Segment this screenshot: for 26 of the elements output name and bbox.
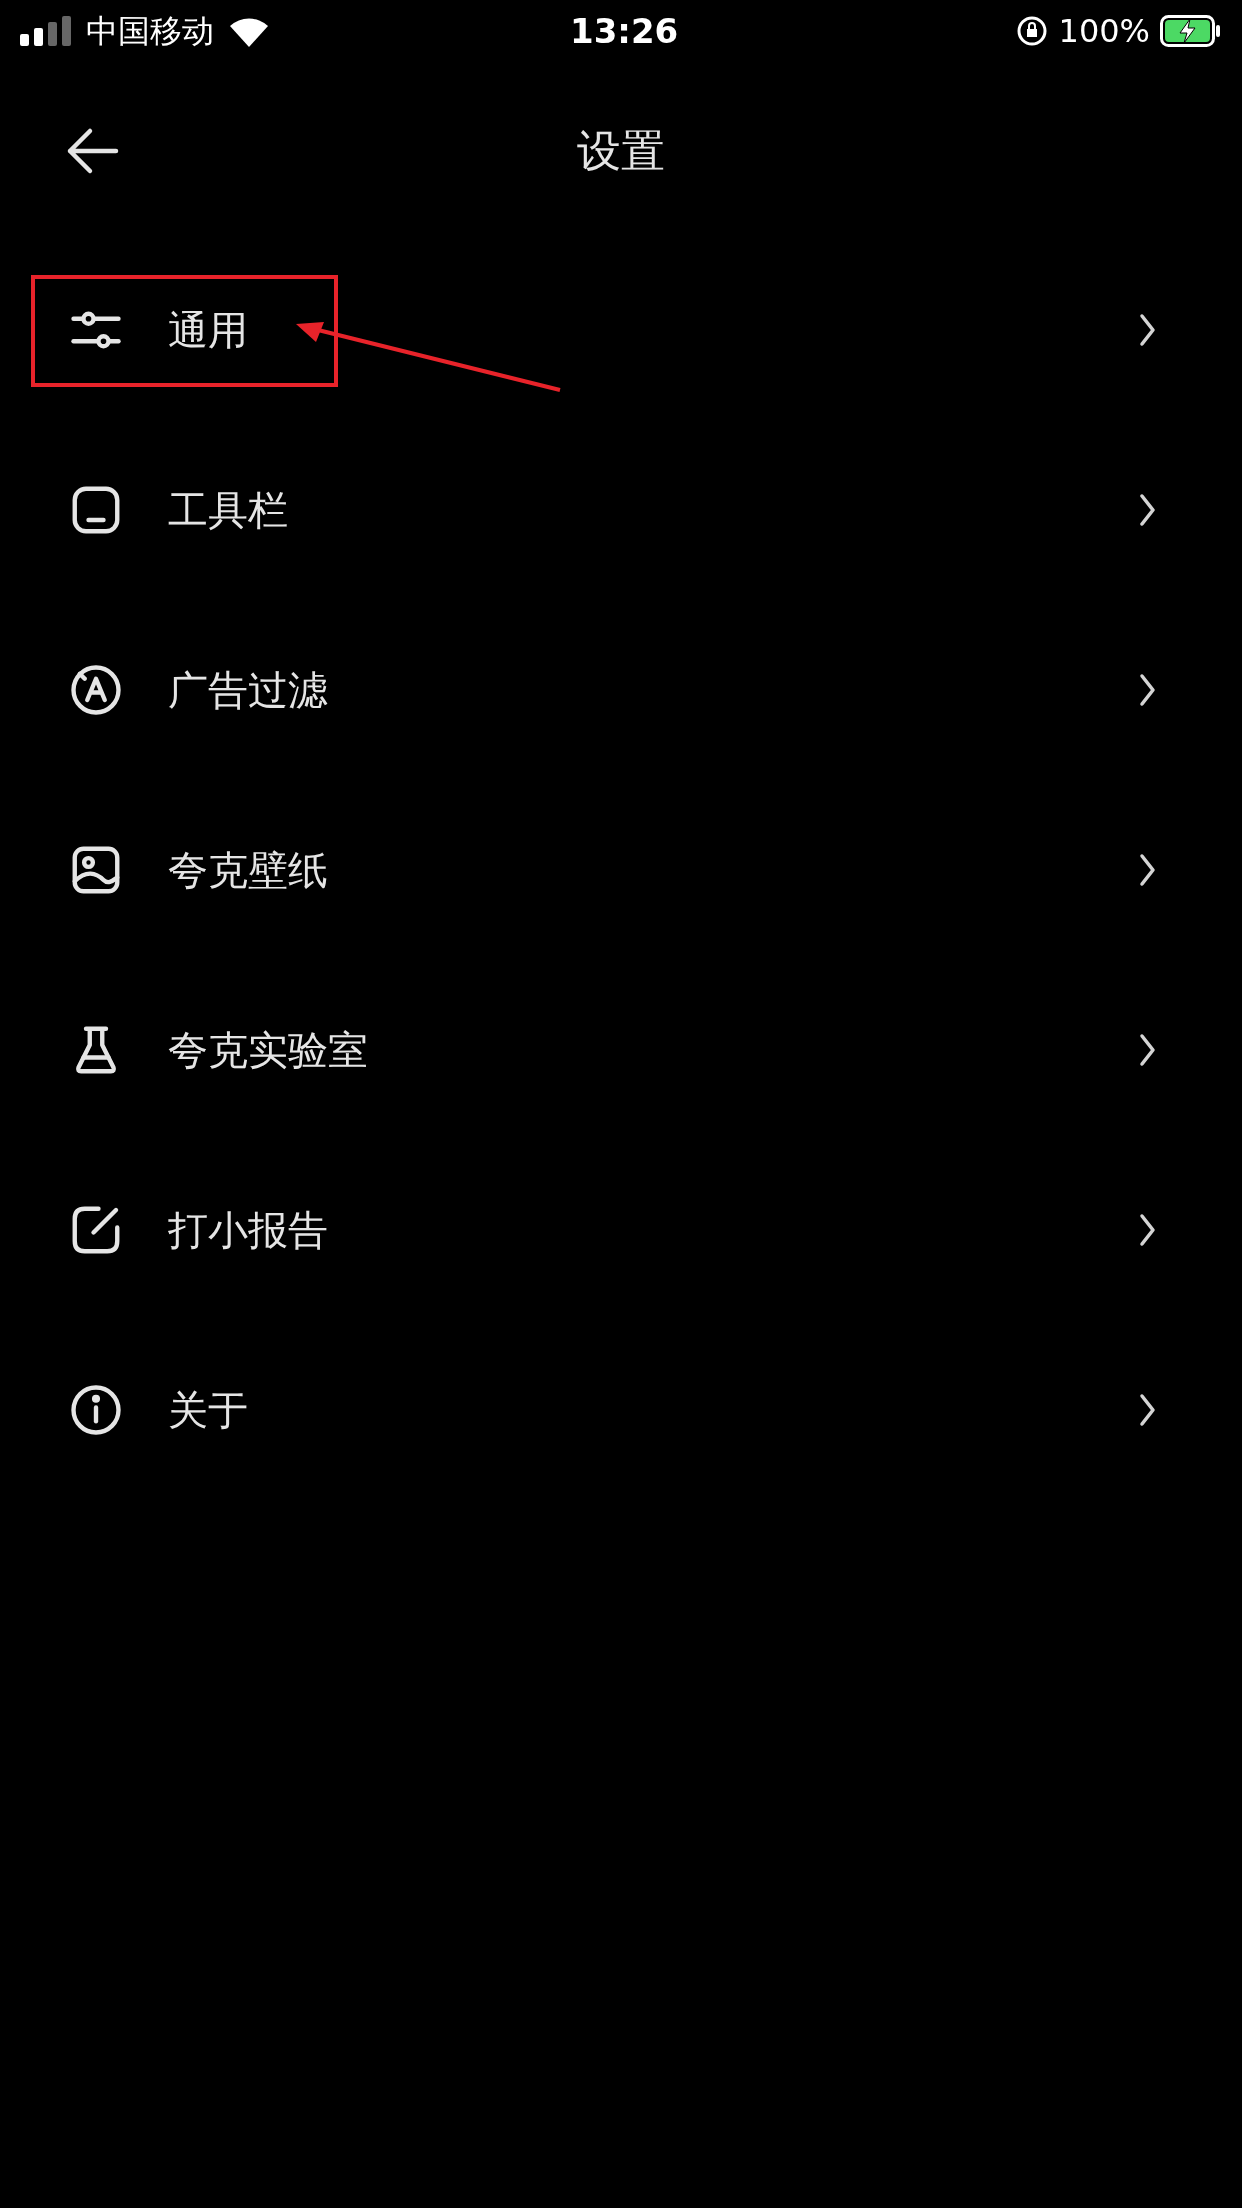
- chevron-right-icon: [1138, 673, 1158, 707]
- chevron-right-icon: [1138, 1213, 1158, 1247]
- item-label: 广告过滤: [168, 666, 328, 715]
- item-label: 夸克壁纸: [168, 846, 328, 895]
- chevron-right-icon: [1138, 493, 1158, 527]
- clock-time: 13:26: [570, 9, 679, 53]
- settings-item[interactable]: 广告过滤: [0, 600, 1242, 780]
- carrier-name: 中国移动: [86, 11, 214, 52]
- settings-item[interactable]: 夸克实验室: [0, 960, 1242, 1140]
- item-label: 打小报告: [168, 1206, 328, 1255]
- chevron-right-icon: [1138, 1393, 1158, 1427]
- settings-item[interactable]: 夸克壁纸: [0, 780, 1242, 960]
- item-label: 关于: [168, 1386, 248, 1435]
- item-label: 工具栏: [168, 486, 288, 535]
- item-label: 通用: [168, 306, 248, 355]
- settings-item[interactable]: 打小报告: [0, 1140, 1242, 1320]
- settings-item[interactable]: 工具栏: [0, 420, 1242, 600]
- item-label: 夸克实验室: [168, 1026, 368, 1075]
- chevron-right-icon: [1138, 313, 1158, 347]
- settings-item[interactable]: 通用: [0, 240, 1242, 420]
- settings-item[interactable]: 关于: [0, 1320, 1242, 1500]
- chevron-right-icon: [1138, 853, 1158, 887]
- page-title: 设置: [577, 124, 665, 178]
- signal-icon: [20, 16, 72, 46]
- battery-percent: 100%: [1058, 11, 1150, 52]
- chevron-right-icon: [1138, 1033, 1158, 1067]
